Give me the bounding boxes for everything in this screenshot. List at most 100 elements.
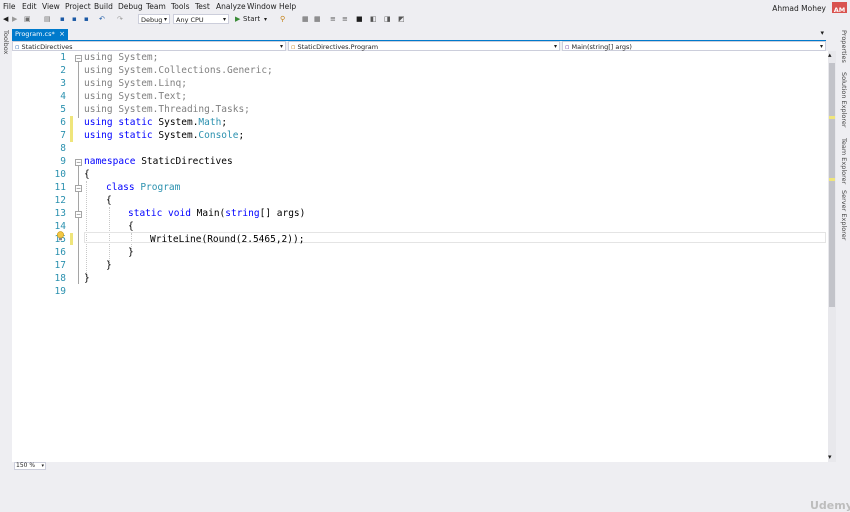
find-icon[interactable]: ⚲ <box>280 14 285 25</box>
code-line-15[interactable]: WriteLine(Round(2.5465,2)); <box>150 234 304 245</box>
toolbar-tool-icon[interactable]: ▦ <box>302 14 309 25</box>
menu-bar: File Edit View Project Build Debug Team … <box>0 0 850 17</box>
properties-tab[interactable]: Properties <box>840 30 848 63</box>
bookmark-icon[interactable]: ■ <box>356 14 363 25</box>
zoom-value: 150 % <box>16 462 36 469</box>
project-dropdown[interactable]: ▫ StaticDirectives ▾ <box>12 41 286 51</box>
change-marker <box>829 178 835 181</box>
menu-debug[interactable]: Debug <box>118 2 143 11</box>
keyword: using <box>84 117 113 128</box>
member-dropdown[interactable]: ▫ Main(string[] args) ▾ <box>562 41 826 51</box>
code-line-13[interactable]: static void Main(string[] args) <box>128 208 305 219</box>
type-value: StaticDirectives.Program <box>297 43 379 51</box>
lightbulb-icon[interactable] <box>56 231 65 241</box>
team-explorer-tab[interactable]: Team Explorer <box>840 138 848 184</box>
forward-icon[interactable]: ▶ <box>12 14 17 25</box>
line-number: 2 <box>60 65 66 76</box>
configuration-select[interactable]: Debug ▾ <box>138 14 170 24</box>
menu-test[interactable]: Test <box>195 2 210 11</box>
code-text: Main( <box>190 208 226 219</box>
save-icon[interactable]: ▪ <box>72 14 77 25</box>
configuration-value: Debug <box>141 16 163 24</box>
code-editor[interactable]: 1 2 3 4 5 6 7 8 9 10 11 12 13 14 15 16 1… <box>12 51 850 512</box>
line-number: 10 <box>54 169 66 180</box>
close-icon[interactable]: × <box>59 29 65 40</box>
member-value: Main(string[] args) <box>571 43 632 51</box>
code-text: System. <box>152 117 199 128</box>
uncomment-icon[interactable]: ≡ <box>342 14 348 25</box>
line-number: 9 <box>60 156 66 167</box>
menu-help[interactable]: Help <box>279 2 296 11</box>
menu-tools[interactable]: Tools <box>171 2 189 11</box>
menu-window[interactable]: Window <box>247 2 277 11</box>
code-text: ; <box>238 130 245 141</box>
menu-build[interactable]: Build <box>94 2 113 11</box>
save-all-icon[interactable]: ▪ <box>84 14 89 25</box>
line-number: 4 <box>60 91 66 102</box>
new-project-icon[interactable]: ▣ <box>24 14 31 25</box>
type-name: Math <box>198 117 222 128</box>
solution-explorer-tab[interactable]: Solution Explorer <box>840 72 848 128</box>
menu-file[interactable]: File <box>3 2 16 11</box>
type-dropdown[interactable]: ▫ StaticDirectives.Program ▾ <box>288 41 560 51</box>
code-line-14[interactable]: { <box>128 221 134 232</box>
code-line-7[interactable]: using static System.Console; <box>84 130 244 141</box>
vertical-scrollbar[interactable]: ▴ ▾ <box>828 51 836 462</box>
code-line-1[interactable]: using System; <box>84 52 158 63</box>
menu-edit[interactable]: Edit <box>22 2 37 11</box>
bookmark-clear-icon[interactable]: ◩ <box>398 14 405 25</box>
scrollbar-thumb[interactable] <box>829 63 835 307</box>
code-line-5[interactable]: using System.Threading.Tasks; <box>84 104 250 115</box>
redo-icon[interactable]: ↷ <box>117 14 123 25</box>
line-number: 1 <box>60 52 66 63</box>
code-line-11[interactable]: class Program <box>106 182 180 193</box>
open-icon[interactable]: ▪ <box>60 14 65 25</box>
bookmark-prev-icon[interactable]: ◧ <box>370 14 377 25</box>
new-item-icon[interactable]: ▤ <box>44 14 51 25</box>
back-icon[interactable]: ◀ <box>3 14 8 25</box>
menu-team[interactable]: Team <box>146 2 166 11</box>
tab-overflow-icon[interactable]: ▾ <box>820 29 824 37</box>
code-line-12[interactable]: { <box>106 195 112 206</box>
start-icon[interactable]: ▶ <box>235 14 240 25</box>
line-number: 18 <box>54 273 66 284</box>
line-number: 12 <box>54 195 66 206</box>
start-dropdown-icon[interactable]: ▾ <box>264 14 267 25</box>
server-explorer-tab[interactable]: Server Explorer <box>840 190 848 240</box>
tab-program-cs[interactable]: Program.cs* × <box>12 29 68 40</box>
undo-icon[interactable]: ↶ <box>99 14 105 25</box>
code-line-10[interactable]: { <box>84 169 90 180</box>
chevron-down-icon: ▾ <box>163 16 167 23</box>
toolbox-tab[interactable]: Toolbox <box>2 30 10 54</box>
menu-analyze[interactable]: Analyze <box>216 2 246 11</box>
keyword: using <box>84 104 113 115</box>
code-line-9[interactable]: namespace StaticDirectives <box>84 156 233 167</box>
collapse-icon[interactable]: − <box>75 159 82 166</box>
collapse-icon[interactable]: − <box>75 55 82 62</box>
scroll-up-icon[interactable]: ▴ <box>828 51 832 59</box>
code-line-4[interactable]: using System.Text; <box>84 91 187 102</box>
zoom-select[interactable]: 150 % ▾ <box>14 462 46 470</box>
code-line-18[interactable]: } <box>84 273 90 284</box>
collapse-icon[interactable]: − <box>75 185 82 192</box>
class-icon: ▫ <box>291 43 296 51</box>
type-name: Program <box>134 182 181 193</box>
toolbar-tool-icon[interactable]: ▦ <box>314 14 321 25</box>
user-name[interactable]: Ahmad Mohey <box>772 4 826 13</box>
code-line-6[interactable]: using static System.Math; <box>84 117 227 128</box>
bookmark-next-icon[interactable]: ◨ <box>384 14 391 25</box>
menu-project[interactable]: Project <box>65 2 91 11</box>
platform-select[interactable]: Any CPU ▾ <box>173 14 229 24</box>
platform-value: Any CPU <box>176 16 204 24</box>
menu-view[interactable]: View <box>42 2 60 11</box>
code-line-16[interactable]: } <box>128 247 134 258</box>
line-number: 17 <box>54 260 66 271</box>
code-line-2[interactable]: using System.Collections.Generic; <box>84 65 273 76</box>
code-line-17[interactable]: } <box>106 260 112 271</box>
scroll-down-icon[interactable]: ▾ <box>828 453 832 461</box>
collapse-icon[interactable]: − <box>75 211 82 218</box>
code-line-3[interactable]: using System.Linq; <box>84 78 187 89</box>
start-button[interactable]: Start <box>243 14 260 25</box>
keyword: using <box>84 52 113 63</box>
comment-icon[interactable]: ≡ <box>330 14 336 25</box>
